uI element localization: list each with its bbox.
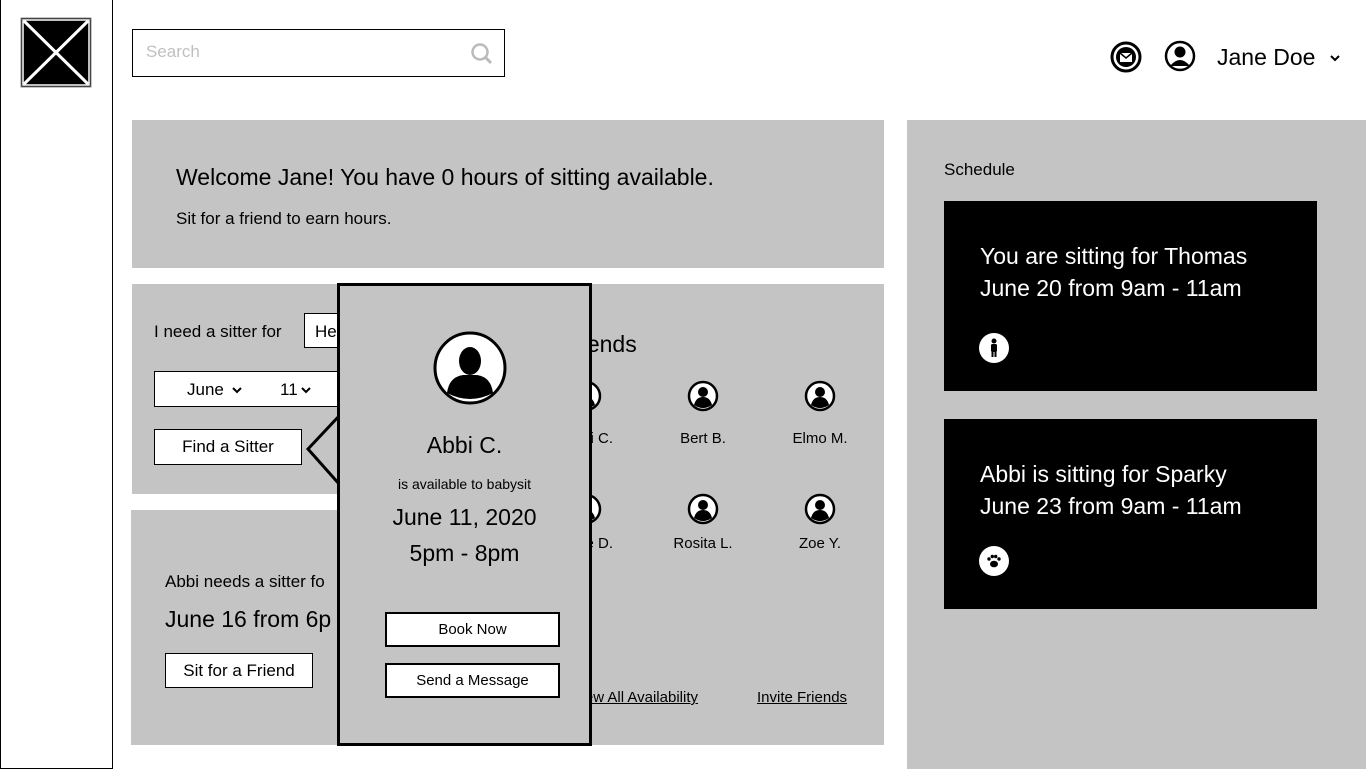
popup-date: June 11, 2020 (392, 504, 537, 530)
day-select[interactable]: 11 (280, 380, 298, 400)
chevron-down-icon[interactable] (300, 386, 312, 396)
invite-friends-link[interactable]: Invite Friends (757, 689, 847, 706)
sitter-popup: Abbi C. is available to babysit June 11,… (337, 283, 592, 746)
friend-name: Rosita L. (673, 535, 733, 552)
search-input[interactable] (146, 30, 446, 74)
search-box[interactable] (132, 29, 505, 77)
chevron-down-icon[interactable] (231, 386, 243, 396)
friend-avatar-icon (804, 493, 836, 525)
friend-avatar-icon (687, 493, 719, 525)
popup-time: 5pm - 8pm (409, 540, 520, 566)
friend-avatar-icon (687, 380, 719, 412)
find-sitter-button[interactable]: Find a Sitter (154, 429, 302, 465)
paw-icon (979, 546, 1009, 576)
schedule-card-line2: June 23 from 9am - 11am (980, 493, 1242, 519)
welcome-subtitle: Sit for a friend to earn hours. (176, 209, 392, 228)
search-icon[interactable] (470, 42, 494, 66)
schedule-panel: Schedule You are sitting for Thomas June… (907, 120, 1366, 769)
friend-item[interactable]: Elmo M. (770, 380, 870, 450)
friend-item[interactable]: Bert B. (653, 380, 753, 450)
chevron-down-icon[interactable] (1329, 54, 1341, 64)
friend-item[interactable]: Zoe Y. (770, 493, 870, 563)
welcome-panel: Welcome Jane! You have 0 hours of sittin… (132, 120, 884, 268)
schedule-card[interactable]: Abbi is sitting for Sparky June 23 from … (944, 419, 1317, 609)
popup-name: Abbi C. (426, 432, 503, 458)
schedule-title: Schedule (944, 160, 1015, 179)
sit-for-friend-button[interactable]: Sit for a Friend (165, 653, 313, 688)
schedule-card-line1: You are sitting for Thomas (980, 243, 1248, 269)
user-name-menu[interactable]: Jane Doe (1217, 44, 1315, 71)
child-icon (979, 333, 1009, 363)
schedule-card-line2: June 20 from 9am - 11am (980, 275, 1242, 301)
sidebar (0, 0, 113, 769)
friend-name: Zoe Y. (799, 535, 841, 552)
welcome-title: Welcome Jane! You have 0 hours of sittin… (176, 164, 714, 190)
schedule-card[interactable]: You are sitting for Thomas June 20 from … (944, 201, 1317, 391)
popup-status: is available to babysit (397, 476, 532, 492)
schedule-card-line1: Abbi is sitting for Sparky (980, 461, 1227, 487)
friend-avatar-icon (804, 380, 836, 412)
friend-name: Bert B. (680, 430, 726, 447)
send-message-button[interactable]: Send a Message (385, 663, 560, 698)
friend-request-text: Abbi needs a sitter fo (165, 572, 325, 591)
mail-icon[interactable] (1110, 41, 1142, 73)
month-select[interactable]: June (187, 380, 224, 400)
friend-request-when: June 16 from 6p (165, 606, 332, 632)
friend-name: Elmo M. (792, 430, 848, 447)
book-now-button[interactable]: Book Now (385, 612, 560, 647)
friend-item[interactable]: Rosita L. (653, 493, 753, 563)
user-avatar-icon[interactable] (1164, 40, 1196, 72)
sitter-for-label: I need a sitter for (154, 322, 282, 341)
logo-placeholder-icon[interactable] (20, 17, 92, 88)
sitter-avatar-icon (433, 331, 507, 405)
